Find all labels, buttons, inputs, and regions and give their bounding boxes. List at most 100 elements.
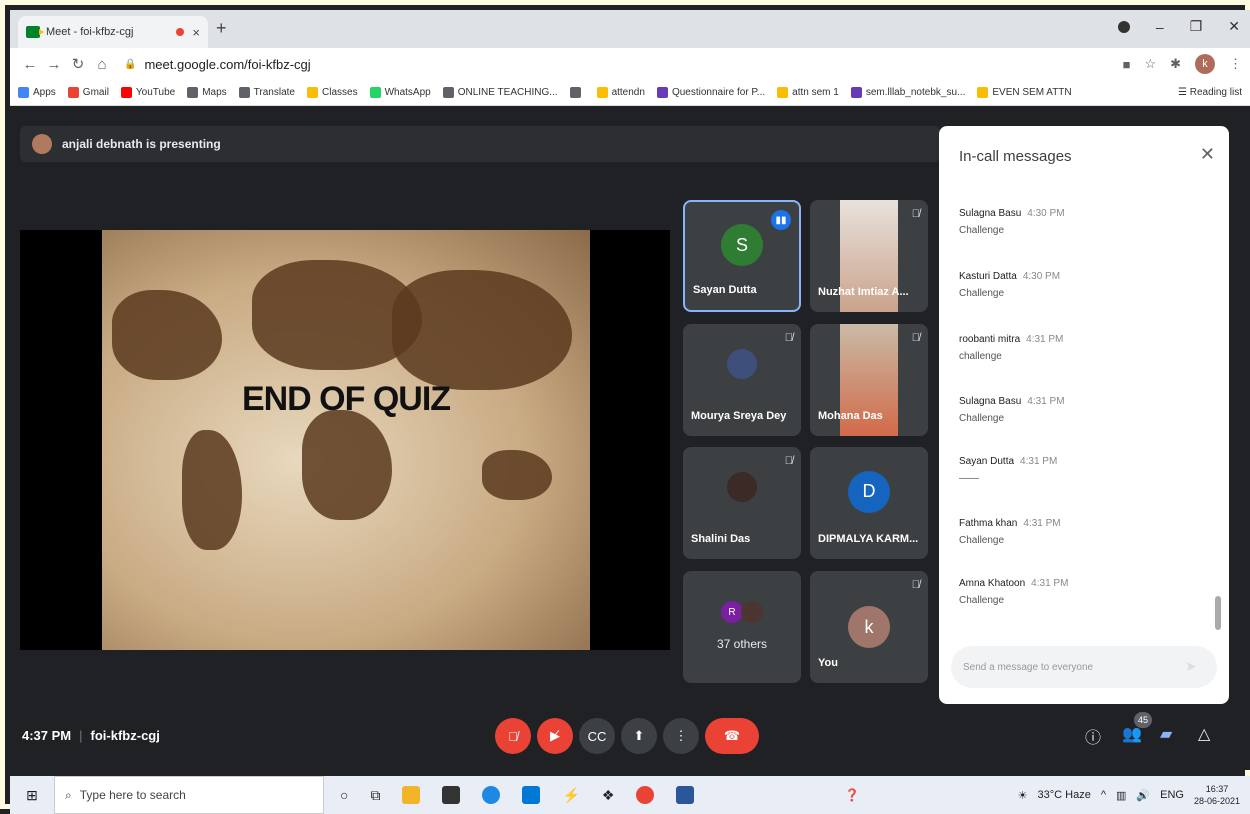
mic-toggle-button[interactable]: 🎙̸ — [495, 718, 531, 754]
message-text: challenge — [959, 351, 1002, 362]
message-sender: Sulagna Basu — [959, 208, 1022, 219]
forward-icon[interactable]: → — [42, 56, 66, 73]
weather-text[interactable]: 33°C Haze — [1038, 789, 1091, 801]
message-time: 4:31 PM — [1023, 518, 1061, 529]
people-icon[interactable]: 👥 — [1122, 724, 1142, 744]
scrollbar[interactable] — [1215, 596, 1221, 630]
bookmark-icon — [238, 87, 250, 98]
mic-off-icon: 🎙̸ — [508, 728, 518, 744]
bookmark-item[interactable]: Gmail — [67, 87, 109, 98]
window-controls: – ❐ ✕ — [1117, 18, 1240, 35]
hang-up-icon: ☎ — [723, 728, 741, 743]
captions-button[interactable]: CC — [579, 718, 615, 754]
captions-icon: CC — [587, 728, 607, 744]
self-tile[interactable]: 🎙̸ k You — [810, 571, 928, 683]
info-icon[interactable]: ⓘ — [1085, 724, 1101, 748]
minimize-button[interactable]: – — [1156, 19, 1164, 35]
message-sender: Amna Khatoon — [959, 578, 1026, 589]
bookmark-item[interactable]: YouTube — [120, 87, 175, 98]
camera-toggle-button[interactable]: ▶̸ — [537, 718, 573, 754]
taskbar-search-input[interactable]: ⌕ Type here to search — [54, 776, 324, 814]
bookmark-icon — [18, 87, 29, 98]
bookmark-item[interactable]: Questionnaire for P... — [656, 87, 765, 98]
help-icon[interactable]: ❓ — [844, 788, 859, 802]
participant-tile[interactable]: 🎙̸ Nuzhat Imtiaz A... — [810, 200, 928, 312]
word-icon[interactable] — [676, 786, 695, 804]
send-icon[interactable]: ➤ — [1185, 658, 1203, 676]
bookmark-item[interactable]: Translate — [238, 87, 295, 98]
participant-tile[interactable]: ▮▮ S Sayan Dutta — [683, 200, 801, 312]
present-button[interactable]: ⬆ — [621, 718, 657, 754]
camera-icon[interactable]: ■ — [1123, 57, 1131, 72]
message-time: 4:31 PM — [1031, 578, 1069, 589]
dropbox-icon[interactable]: ❖ — [602, 787, 615, 804]
message-time: 4:31 PM — [1026, 334, 1064, 345]
task-view-icon[interactable]: ⧉ — [370, 787, 380, 804]
bookmark-item[interactable]: Maps — [187, 87, 227, 98]
close-window-button[interactable]: ✕ — [1228, 18, 1240, 35]
chat-message: Sayan Dutta 4:31 PM —— — [959, 456, 1057, 484]
new-tab-button[interactable]: + — [216, 18, 227, 39]
bookmark-label: attendn — [611, 87, 645, 98]
amazon-icon[interactable] — [442, 786, 461, 804]
message-input[interactable]: Send a message to everyone ➤ — [951, 646, 1217, 688]
more-icon: ⋮ — [674, 728, 688, 743]
media-control-icon[interactable] — [1117, 20, 1130, 33]
chat-icon[interactable]: ▰ — [1160, 724, 1172, 744]
star-icon[interactable]: ☆ — [1144, 56, 1156, 72]
message-sender: Sulagna Basu — [959, 396, 1022, 407]
windows-start-icon[interactable]: ⊞ — [10, 787, 54, 804]
avatar: D — [848, 470, 890, 513]
close-tab-button[interactable]: × — [192, 25, 200, 40]
mic-off-icon: 🎙̸ — [911, 579, 920, 591]
profile-avatar[interactable]: k — [1195, 54, 1215, 74]
message-input-placeholder: Send a message to everyone — [963, 661, 1094, 673]
edge-icon[interactable] — [482, 786, 501, 804]
lock-icon[interactable]: 🔒 — [124, 59, 136, 70]
bookmark-item[interactable]: ONLINE TEACHING... — [442, 87, 558, 98]
store-icon[interactable] — [522, 786, 541, 804]
meeting-time: 4:37 PM — [22, 728, 72, 743]
network-icon[interactable]: ▥ — [1116, 789, 1126, 802]
activities-icon[interactable]: △ — [1198, 724, 1210, 744]
volume-icon[interactable]: 🔊 — [1136, 789, 1150, 802]
bookmark-item[interactable]: WhatsApp — [369, 87, 431, 98]
reading-list-button[interactable]: ☰ Reading list — [1178, 87, 1242, 98]
close-icon[interactable]: ✕ — [1200, 144, 1215, 165]
bookmark-item[interactable]: attn sem 1 — [777, 87, 839, 98]
cortana-icon[interactable]: ○ — [340, 787, 348, 803]
file-explorer-icon[interactable] — [402, 786, 421, 804]
language-indicator[interactable]: ENG — [1160, 789, 1184, 801]
extensions-icon[interactable]: ✱ — [1170, 56, 1181, 72]
leave-call-button[interactable]: ☎ — [705, 718, 759, 754]
tray-chevron-icon[interactable]: ^ — [1101, 789, 1106, 801]
tab-title: Meet - foi-kfbz-cgj — [46, 26, 134, 38]
home-icon[interactable]: ⌂ — [90, 56, 114, 73]
map-land — [302, 410, 392, 520]
chat-message: Sulagna Basu 4:31 PM Challenge — [959, 396, 1065, 424]
bookmark-label: ONLINE TEACHING... — [457, 87, 558, 98]
chat-message: roobanti mitra 4:31 PM challenge — [959, 334, 1063, 362]
participant-tile[interactable]: 🎙̸ Mourya Sreya Dey — [683, 324, 801, 436]
clock[interactable]: 16:37 28-06-2021 — [1194, 783, 1240, 807]
more-options-button[interactable]: ⋮ — [663, 718, 699, 754]
participant-tile[interactable]: 🎙̸ Shalini Das — [683, 447, 801, 559]
reload-icon[interactable]: ↻ — [66, 55, 90, 73]
menu-icon[interactable]: ⋮ — [1229, 56, 1242, 72]
url-input[interactable]: 🔒 meet.google.com/foi-kfbz-cgj — [124, 51, 1123, 77]
chrome-icon[interactable] — [636, 786, 655, 804]
bookmark-icon — [369, 87, 381, 98]
bookmark-item[interactable]: Apps — [18, 87, 56, 98]
restore-button[interactable]: ❐ — [1190, 18, 1203, 35]
bookmark-item[interactable]: attendn — [596, 87, 645, 98]
back-icon[interactable]: ← — [18, 56, 42, 73]
bookmark-item[interactable]: Classes — [307, 87, 358, 98]
participant-tile[interactable]: D DIPMALYA KARM... — [810, 447, 928, 559]
bolt-icon[interactable]: ⚡ — [562, 787, 579, 804]
others-tile[interactable]: R 37 others — [683, 571, 801, 683]
meet-tab[interactable]: Meet - foi-kfbz-cgj × — [18, 16, 208, 48]
bookmark-item[interactable]: sem.lllab_notebk_su... — [850, 87, 965, 98]
participant-tile[interactable]: 🎙̸ Mohana Das — [810, 324, 928, 436]
bookmark-item[interactable] — [569, 87, 585, 98]
bookmark-item[interactable]: EVEN SEM ATTN — [977, 87, 1072, 98]
